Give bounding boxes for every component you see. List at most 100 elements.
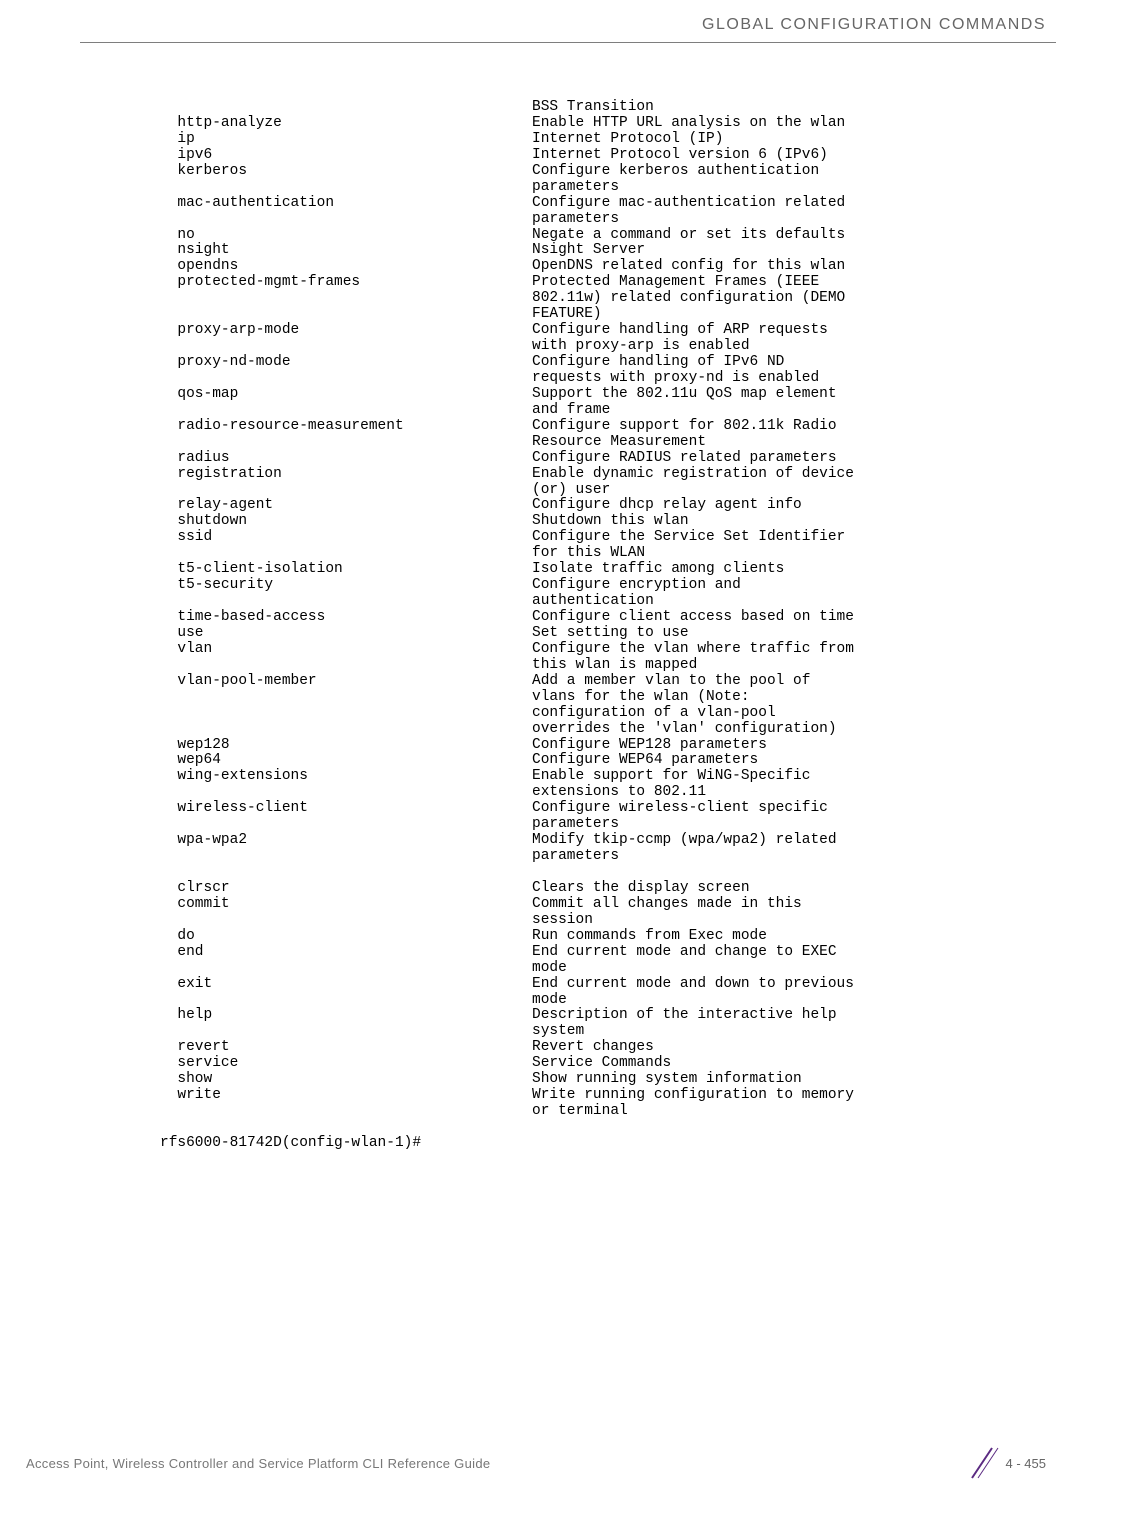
command-name-cell: proxy-nd-mode <box>160 355 532 371</box>
page-header-title: GLOBAL CONFIGURATION COMMANDS <box>702 16 1046 34</box>
command-desc-cell: Commit all changes made in this <box>532 897 1046 913</box>
command-row: parameters <box>160 849 1046 865</box>
command-desc-cell: Configure mac-authentication related <box>532 196 1046 212</box>
command-name-cell <box>160 307 532 323</box>
command-desc-cell: Service Commands <box>532 1056 1046 1072</box>
command-desc-cell: Description of the interactive help <box>532 1008 1046 1024</box>
command-desc-cell: Configure dhcp relay agent info <box>532 498 1046 514</box>
command-desc-cell: Enable support for WiNG-Specific <box>532 769 1046 785</box>
command-desc-cell: Internet Protocol (IP) <box>532 132 1046 148</box>
command-name-cell <box>160 785 532 801</box>
command-desc-cell: Resource Measurement <box>532 435 1046 451</box>
command-name-cell <box>160 817 532 833</box>
command-name-cell: opendns <box>160 259 532 275</box>
command-name-cell: help <box>160 1008 532 1024</box>
footer-text: Access Point, Wireless Controller and Se… <box>26 1456 490 1471</box>
command-row: FEATURE) <box>160 307 1046 323</box>
command-row: with proxy-arp is enabled <box>160 339 1046 355</box>
command-name-cell <box>160 913 532 929</box>
command-row: BSS Transition <box>160 100 1046 116</box>
command-desc-cell: End current mode and down to previous <box>532 977 1046 993</box>
command-name-cell: vlan <box>160 642 532 658</box>
command-name-cell <box>160 371 532 387</box>
command-name-cell <box>160 435 532 451</box>
command-desc-cell: this wlan is mapped <box>532 658 1046 674</box>
command-row: doRun commands from Exec mode <box>160 929 1046 945</box>
command-name-cell: wireless-client <box>160 801 532 817</box>
command-row: proxy-arp-modeConfigure handling of ARP … <box>160 323 1046 339</box>
command-name-cell: exit <box>160 977 532 993</box>
command-desc-cell: Configure client access based on time <box>532 610 1046 626</box>
command-name-cell: write <box>160 1088 532 1104</box>
command-desc-cell <box>532 865 1046 881</box>
command-desc-cell: Configure WEP64 parameters <box>532 753 1046 769</box>
command-row: vlanConfigure the vlan where traffic fro… <box>160 642 1046 658</box>
command-name-cell: wep64 <box>160 753 532 769</box>
command-name-cell: wep128 <box>160 738 532 754</box>
command-name-cell: qos-map <box>160 387 532 403</box>
command-desc-cell: Configure kerberos authentication <box>532 164 1046 180</box>
command-row: relay-agentConfigure dhcp relay agent in… <box>160 498 1046 514</box>
header-divider <box>80 42 1056 43</box>
command-desc-cell: 802.11w) related configuration (DEMO <box>532 291 1046 307</box>
command-name-cell: ipv6 <box>160 148 532 164</box>
command-name-cell: time-based-access <box>160 610 532 626</box>
command-name-cell: show <box>160 1072 532 1088</box>
command-row: shutdownShutdown this wlan <box>160 514 1046 530</box>
command-row: mac-authenticationConfigure mac-authenti… <box>160 196 1046 212</box>
command-row: authentication <box>160 594 1046 610</box>
command-desc-cell: Internet Protocol version 6 (IPv6) <box>532 148 1046 164</box>
command-row: for this WLAN <box>160 546 1046 562</box>
command-name-cell: proxy-arp-mode <box>160 323 532 339</box>
command-desc-cell: OpenDNS related config for this wlan <box>532 259 1046 275</box>
command-desc-cell: overrides the 'vlan' configuration) <box>532 722 1046 738</box>
command-name-cell: http-analyze <box>160 116 532 132</box>
command-desc-cell: End current mode and change to EXEC <box>532 945 1046 961</box>
footer-page: 4 - 455 <box>962 1443 1046 1483</box>
command-name-cell: revert <box>160 1040 532 1056</box>
command-row: parameters <box>160 180 1046 196</box>
command-name-cell: mac-authentication <box>160 196 532 212</box>
command-desc-cell: system <box>532 1024 1046 1040</box>
command-desc-cell: (or) user <box>532 483 1046 499</box>
command-row: mode <box>160 993 1046 1009</box>
command-desc-cell: Shutdown this wlan <box>532 514 1046 530</box>
command-desc-cell: Configure RADIUS related parameters <box>532 451 1046 467</box>
command-name-cell: radius <box>160 451 532 467</box>
command-desc-cell: parameters <box>532 180 1046 196</box>
command-desc-cell: Configure WEP128 parameters <box>532 738 1046 754</box>
command-row: parameters <box>160 212 1046 228</box>
command-desc-cell: parameters <box>532 212 1046 228</box>
command-desc-cell: Set setting to use <box>532 626 1046 642</box>
command-name-cell: shutdown <box>160 514 532 530</box>
command-desc-cell: Configure support for 802.11k Radio <box>532 419 1046 435</box>
command-row: ipInternet Protocol (IP) <box>160 132 1046 148</box>
command-name-cell <box>160 961 532 977</box>
page-footer: Access Point, Wireless Controller and Se… <box>26 1443 1046 1483</box>
slash-icon <box>962 1443 1002 1483</box>
command-desc-cell: Enable dynamic registration of device <box>532 467 1046 483</box>
command-desc-cell: Clears the display screen <box>532 881 1046 897</box>
command-name-cell <box>160 658 532 674</box>
command-name-cell <box>160 546 532 562</box>
command-desc-cell: for this WLAN <box>532 546 1046 562</box>
command-desc-cell: Configure encryption and <box>532 578 1046 594</box>
command-desc-cell: Configure the vlan where traffic from <box>532 642 1046 658</box>
command-name-cell: nsight <box>160 243 532 259</box>
command-name-cell <box>160 706 532 722</box>
command-name-cell <box>160 849 532 865</box>
command-desc-cell: parameters <box>532 817 1046 833</box>
command-name-cell: commit <box>160 897 532 913</box>
main-content: BSS Transition http-analyzeEnable HTTP U… <box>0 0 1126 1152</box>
command-name-cell <box>160 1104 532 1120</box>
command-row: overrides the 'vlan' configuration) <box>160 722 1046 738</box>
command-desc-cell: authentication <box>532 594 1046 610</box>
command-name-cell: t5-security <box>160 578 532 594</box>
command-name-cell: use <box>160 626 532 642</box>
command-row: extensions to 802.11 <box>160 785 1046 801</box>
command-desc-cell: extensions to 802.11 <box>532 785 1046 801</box>
command-row: ssidConfigure the Service Set Identifier <box>160 530 1046 546</box>
command-row: revertRevert changes <box>160 1040 1046 1056</box>
command-desc-cell: Configure handling of ARP requests <box>532 323 1046 339</box>
command-desc-cell: Show running system information <box>532 1072 1046 1088</box>
